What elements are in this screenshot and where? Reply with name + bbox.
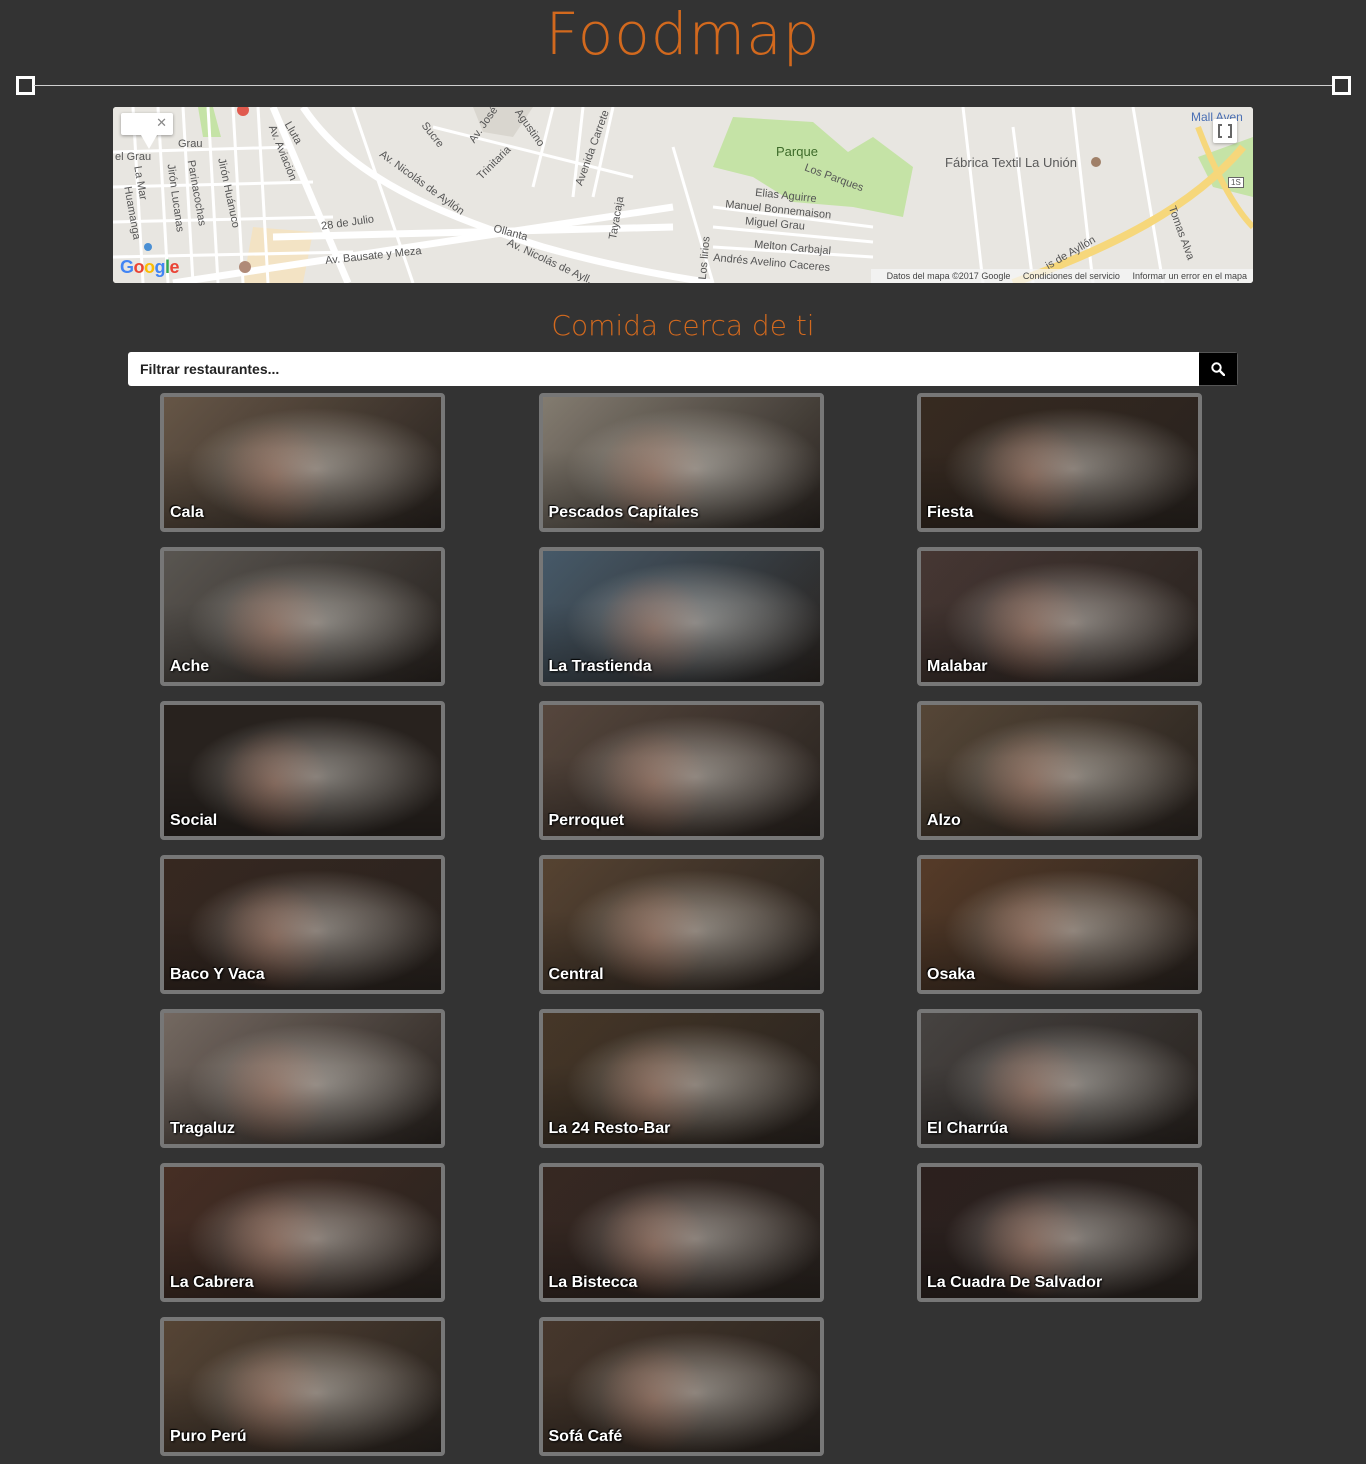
restaurant-name: Baco Y Vaca: [170, 966, 265, 983]
nearby-title: Comida cerca de ti: [551, 309, 815, 342]
info-bubble-tail: [141, 135, 157, 149]
divider-line: [34, 85, 1333, 86]
divider-handle-left: [16, 76, 35, 95]
restaurant-name: Tragaluz: [170, 1120, 235, 1137]
fullscreen-icon[interactable]: [1213, 119, 1237, 143]
search-button[interactable]: [1199, 352, 1238, 386]
restaurant-card[interactable]: Osaka: [917, 855, 1202, 994]
restaurant-name: Pescados Capitales: [548, 504, 699, 521]
restaurant-card[interactable]: Social: [160, 701, 445, 840]
restaurant-map[interactable]: Grau el Grau Jirón Huánuco Av. Aviación …: [113, 107, 1253, 283]
restaurant-card[interactable]: Alzo: [917, 701, 1202, 840]
restaurant-name: Ache: [170, 658, 210, 675]
restaurant-card[interactable]: El Charrúa: [917, 1009, 1202, 1148]
restaurant-card[interactable]: Fiesta: [917, 393, 1202, 532]
restaurant-card[interactable]: Tragaluz: [160, 1009, 445, 1148]
map-terms-link[interactable]: Condiciones del servicio: [1023, 271, 1120, 281]
restaurant-name: La 24 Resto-Bar: [548, 1120, 671, 1137]
restaurant-name: Social: [170, 812, 218, 829]
restaurant-name: Perroquet: [548, 812, 625, 829]
search-icon: [1211, 362, 1225, 376]
restaurant-card[interactable]: Central: [538, 855, 824, 994]
google-logo: Google: [120, 257, 180, 277]
restaurant-name: Sofá Café: [548, 1428, 623, 1445]
restaurant-card[interactable]: Cala: [160, 393, 445, 532]
photo-overlay: [164, 397, 441, 528]
restaurant-name: Cala: [170, 504, 204, 521]
restaurant-card[interactable]: Ache: [160, 547, 445, 686]
title-divider: [16, 76, 1351, 96]
map-label-grau: Grau: [178, 138, 203, 150]
restaurant-card[interactable]: La Trastienda: [538, 547, 824, 686]
map-label-el-grau: el Grau: [115, 151, 152, 163]
restaurant-name: Fiesta: [927, 504, 974, 521]
restaurant-name: La Trastienda: [548, 658, 652, 675]
map-report-link[interactable]: Informar un error en el mapa: [1132, 271, 1247, 281]
restaurant-card[interactable]: Malabar: [917, 547, 1202, 686]
app-title: Foodmap: [545, 0, 821, 68]
map-data-credit: Datos del mapa ©2017 Google: [886, 271, 1011, 281]
restaurant-card[interactable]: La Cuadra De Salvador: [917, 1163, 1202, 1302]
restaurant-name: Central: [548, 966, 604, 983]
restaurant-name: La Bistecca: [548, 1274, 638, 1291]
restaurant-card[interactable]: Perroquet: [538, 701, 824, 840]
map-label-route-1s: 1S: [1228, 177, 1244, 188]
restaurant-grid: Cala Pescados Capitales Fiesta Ache La Trast…: [160, 393, 1202, 1456]
restaurant-card[interactable]: Baco Y Vaca: [160, 855, 445, 994]
map-label-fabrica-textil: Fábrica Textil La Unión: [945, 155, 1077, 170]
restaurant-card[interactable]: La Bistecca: [538, 1163, 824, 1302]
restaurant-name: Alzo: [927, 812, 961, 829]
close-icon[interactable]: ✕: [156, 115, 167, 131]
restaurant-search: [128, 352, 1238, 386]
restaurant-name: La Cabrera: [170, 1274, 254, 1291]
photo-overlay: [921, 705, 1198, 836]
map-attribution: Datos del mapa ©2017 Google Condiciones …: [870, 269, 1253, 283]
restaurant-card[interactable]: Sofá Café: [538, 1317, 824, 1456]
restaurant-name: Malabar: [927, 658, 988, 675]
restaurant-name: Osaka: [927, 966, 976, 983]
map-info-bubble[interactable]: ✕: [121, 113, 173, 149]
map-label-parque: Parque: [776, 144, 818, 159]
restaurant-card[interactable]: La Cabrera: [160, 1163, 445, 1302]
restaurant-card[interactable]: Puro Perú: [160, 1317, 445, 1456]
restaurant-name: El Charrúa: [927, 1120, 1008, 1137]
restaurant-name: Puro Perú: [170, 1428, 247, 1445]
restaurant-name: La Cuadra De Salvador: [927, 1274, 1103, 1291]
map-roads: [113, 107, 1253, 283]
divider-handle-right: [1332, 76, 1351, 95]
restaurant-card[interactable]: Pescados Capitales: [538, 393, 824, 532]
restaurant-card[interactable]: La 24 Resto-Bar: [538, 1009, 824, 1148]
search-input[interactable]: [128, 352, 1199, 386]
